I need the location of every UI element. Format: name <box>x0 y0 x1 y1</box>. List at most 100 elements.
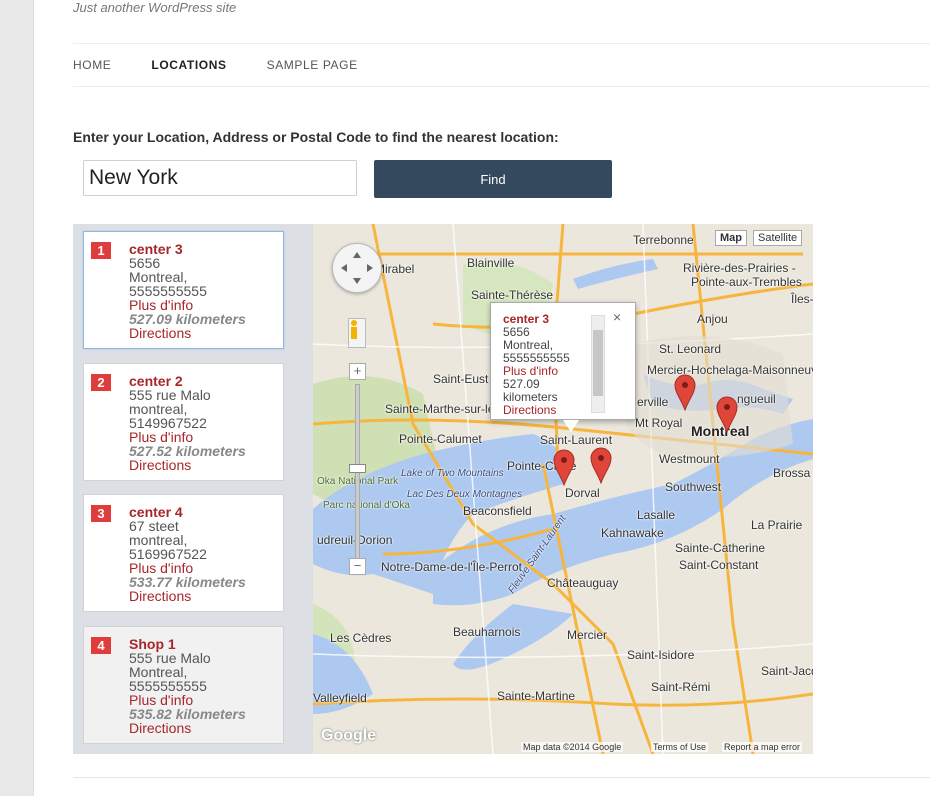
zoom-out-button[interactable]: − <box>349 558 366 575</box>
map-label-anjou: Anjou <box>697 312 728 326</box>
zoom-in-button[interactable]: + <box>349 363 366 380</box>
map-label-parc-oka: Parc national d'Oka <box>323 500 410 511</box>
google-logo: Google <box>321 727 377 744</box>
result-distance: 527.09 kilometers <box>129 311 246 327</box>
map-pan-control[interactable] <box>332 243 382 293</box>
result-address: 67 steet <box>129 518 179 534</box>
nav-item-locations[interactable]: LOCATIONS <box>151 58 226 72</box>
map-label-pointe-aux-trembles: Pointe-aux-Trembles <box>691 275 802 289</box>
result-directions-link[interactable]: Directions <box>129 326 246 340</box>
map-label-chateauguay: Châteauguay <box>547 576 619 590</box>
result-number-badge: 3 <box>91 505 111 522</box>
map-type-map-button[interactable]: Map <box>715 230 747 246</box>
map-marker-center-2[interactable] <box>589 446 613 484</box>
result-info-link[interactable]: Plus d'info <box>129 430 246 444</box>
map-label-saint-isidore: Saint-Isidore <box>627 648 695 662</box>
result-card[interactable]: 1 center 3 5656 Montreal, 5555555555 Plu… <box>83 231 284 349</box>
map-marker-center-4[interactable] <box>673 373 697 411</box>
map-label-lac-deux-montagnes: Lac Des Deux Montagnes <box>407 489 523 500</box>
info-window-tail <box>563 420 579 432</box>
result-phone: 5169967522 <box>129 546 207 562</box>
result-name: center 3 <box>129 241 183 257</box>
map-label-saint-remi: Saint-Rémi <box>651 680 711 694</box>
location-search-input[interactable] <box>83 160 357 196</box>
result-distance: 527.52 kilometers <box>129 443 246 459</box>
nav-item-sample-page[interactable]: SAMPLE PAGE <box>267 58 358 72</box>
result-address: 555 rue Malo <box>129 650 211 666</box>
map-label-la-prairie: La Prairie <box>751 518 803 532</box>
pan-arrows-icon <box>341 252 373 284</box>
result-address: 555 rue Malo <box>129 387 211 403</box>
result-info-link[interactable]: Plus d'info <box>129 298 246 312</box>
result-distance: 535.82 kilometers <box>129 706 246 722</box>
info-window-scroll-thumb[interactable] <box>593 330 603 396</box>
map-label-lasalle: Lasalle <box>637 508 676 522</box>
map-label-saint-jacq: Saint-Jacq <box>761 664 813 678</box>
terms-of-use-link[interactable]: Terms of Use <box>651 742 709 752</box>
results-panel: 1 center 3 5656 Montreal, 5555555555 Plu… <box>73 224 313 754</box>
map-label-saint-constant: Saint-Constant <box>679 558 759 572</box>
result-address: 5656 <box>129 255 161 271</box>
result-card[interactable]: 2 center 2 555 rue Malo montreal, 514996… <box>83 363 284 481</box>
site-tagline: Just another WordPress site <box>73 0 237 15</box>
left-gutter <box>0 0 34 796</box>
map-label-westmount: Westmount <box>659 452 720 466</box>
street-view-pegman-icon[interactable] <box>348 318 366 348</box>
map-label-dorval: Dorval <box>565 486 600 500</box>
map-label-ngueuil: ngueuil <box>737 392 776 406</box>
result-distance: 533.77 kilometers <box>129 574 246 590</box>
result-phone: 5149967522 <box>129 415 207 431</box>
map-data-attribution: Map data ©2014 Google <box>521 742 624 752</box>
result-city: montreal, <box>129 532 188 548</box>
result-directions-link[interactable]: Directions <box>129 589 246 603</box>
map-marker-shop-1[interactable] <box>715 395 739 433</box>
map-label-mercier: Mercier-Hochelaga-Maisonneuve <box>647 363 813 377</box>
result-name: center 2 <box>129 373 183 389</box>
map-type-satellite-button[interactable]: Satellite <box>753 230 803 246</box>
result-city: Montreal, <box>129 664 188 680</box>
map-label-mercier-town: Mercier <box>567 628 608 642</box>
map-marker-center-3[interactable] <box>552 448 576 486</box>
map-label-kahnawake: Kahnawake <box>601 526 664 540</box>
map-label-les-cedres: Les Cèdres <box>330 631 392 645</box>
bottom-divider <box>73 777 930 778</box>
search-prompt: Enter your Location, Address or Postal C… <box>73 129 559 145</box>
map-label-st-leonard: St. Leonard <box>659 342 722 356</box>
map-label-iles: Îles- <box>791 292 813 306</box>
result-phone: 5555555555 <box>129 283 207 299</box>
result-name: Shop 1 <box>129 636 176 652</box>
result-phone: 5555555555 <box>129 678 207 694</box>
result-card[interactable]: 4 Shop 1 555 rue Malo Montreal, 55555555… <box>83 626 284 744</box>
map-label-notre-dame: Notre-Dame-de-l'Île-Perrot <box>381 560 522 574</box>
result-directions-link[interactable]: Directions <box>129 721 246 735</box>
result-info-link[interactable]: Plus d'info <box>129 561 246 575</box>
map-label-brossa: Brossa <box>773 466 811 480</box>
result-name: center 4 <box>129 504 183 520</box>
report-map-error-link[interactable]: Report a map error <box>722 742 803 752</box>
find-button[interactable]: Find <box>374 160 612 198</box>
info-directions-link[interactable]: Directions <box>503 404 570 417</box>
zoom-slider-handle[interactable] <box>349 464 366 473</box>
result-directions-link[interactable]: Directions <box>129 458 246 472</box>
map-label-sainte-martine: Sainte-Martine <box>497 689 576 703</box>
map-label-blainville: Blainville <box>467 256 515 270</box>
map-label-valleyfield: Valleyfield <box>313 691 367 705</box>
map-label-riviere-des-prairies: Rivière-des-Prairies - <box>683 261 796 275</box>
map-label-beauharnois: Beauharnois <box>453 625 521 639</box>
map-canvas[interactable]: Terrebonne Mirabel Blainville Rivière-de… <box>313 224 813 754</box>
map-label-erville: erville <box>637 395 669 409</box>
map-label-sainte-therese: Sainte-Thérèse <box>471 288 554 302</box>
map-label-saint-eustache: Saint-Eust <box>433 372 489 386</box>
map-label-mt-royal: Mt Royal <box>635 416 683 430</box>
result-number-badge: 4 <box>91 637 111 654</box>
result-card[interactable]: 3 center 4 67 steet montreal, 5169967522… <box>83 494 284 612</box>
map-info-window: center 3 5656 Montreal, 5555555555 Plus … <box>490 302 636 432</box>
info-window-scrollbar[interactable] <box>591 315 605 413</box>
main-nav: HOME LOCATIONS SAMPLE PAGE <box>73 43 930 87</box>
result-number-badge: 2 <box>91 374 111 391</box>
result-info-link[interactable]: Plus d'info <box>129 693 246 707</box>
nav-item-home[interactable]: HOME <box>73 58 111 72</box>
map-label-saint-laurent: Saint-Laurent <box>540 433 613 447</box>
close-icon[interactable]: × <box>613 310 621 324</box>
result-city: Montreal, <box>129 269 188 285</box>
